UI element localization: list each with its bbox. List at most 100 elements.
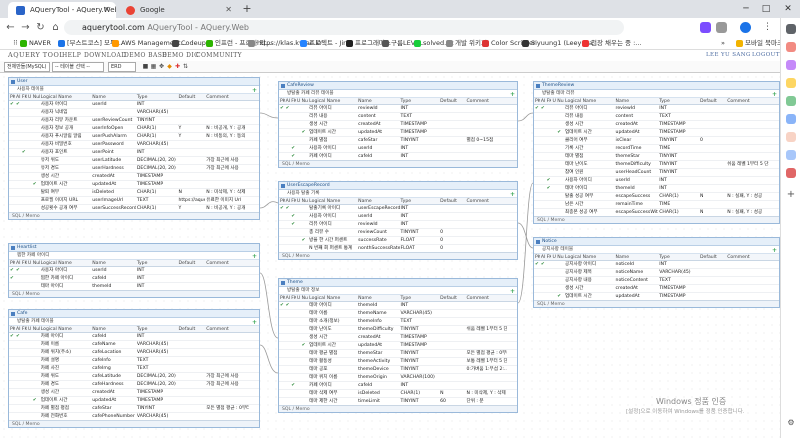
- table-row[interactable]: 카페 별점 cafeStar TINYINT 별점 0~15점: [279, 137, 517, 145]
- add-column-icon[interactable]: +: [252, 319, 257, 326]
- cell-null[interactable]: [556, 201, 564, 208]
- cell-null[interactable]: [301, 366, 309, 373]
- reload-icon[interactable]: ↻: [34, 21, 47, 34]
- table-row[interactable]: ✔ ✔ 리뷰 아이디 reviewId INT: [534, 105, 779, 113]
- table-row[interactable]: 리뷰 내용 content TEXT: [534, 113, 779, 121]
- bookmark-13[interactable]: 천장 채우는 중 :...: [582, 37, 641, 50]
- table-row[interactable]: ✔ 업데이트 시간 updatedAt TIMESTAMP: [9, 181, 259, 189]
- table-row[interactable]: 생성 시간 createdAt TIMESTAMP: [279, 334, 517, 342]
- cell-null[interactable]: [32, 149, 40, 156]
- table-row[interactable]: 테마 난이도 themeDifficulty TINYINT 쉬움 레벨 1부터 5 …: [534, 161, 779, 169]
- table-row[interactable]: ✔ ✔ 리뷰 아이디 reviewId INT: [279, 105, 517, 113]
- table-themereview[interactable]: ThemeReview방탈출 테마 리뷰+PKAIFKUNullLogical …: [533, 81, 780, 224]
- table-row[interactable]: ✔ 카페 아이디 cafeId INT: [279, 382, 517, 390]
- cell-null[interactable]: [556, 137, 564, 144]
- close-window-button[interactable]: ✕: [778, 0, 798, 18]
- database-select[interactable]: 전체만들(MySQL): [4, 62, 50, 72]
- table-title[interactable]: Notice: [534, 238, 779, 246]
- table-row[interactable]: ✔ ✔ 공지사항 아이디 noticeId INT: [534, 261, 779, 269]
- cell-null[interactable]: [301, 105, 309, 112]
- new-tab-button[interactable]: +: [240, 2, 254, 16]
- cell-null[interactable]: [32, 101, 40, 108]
- table-row[interactable]: 유저 위도 userLatitude DECIMAL(20, 20) 가장 최근에 사…: [9, 157, 259, 165]
- table-title[interactable]: Cafe: [9, 310, 259, 318]
- cell-null[interactable]: [556, 153, 564, 160]
- home-icon[interactable]: ⌂: [49, 21, 62, 34]
- cell-null[interactable]: [556, 161, 564, 168]
- cell-null[interactable]: [32, 349, 40, 356]
- table-row[interactable]: 사용자 닉네임 VARCHAR(45): [9, 109, 259, 117]
- table-userescape[interactable]: UserEscapeRecord사용자 탈출 기록+PKAIFKUNullLog…: [278, 181, 518, 260]
- table-row[interactable]: 테마 활동성 themeActivity TINYINT 보통 레벨 1부터 5 단계: [279, 358, 517, 366]
- menu-help[interactable]: HELP: [62, 50, 81, 61]
- menu-community[interactable]: COMMUNITY: [196, 50, 242, 61]
- address-bar[interactable]: aquerytool.com AQueryTool - AQuery.Web: [64, 20, 624, 35]
- cell-null[interactable]: [32, 405, 40, 412]
- table-row[interactable]: 사용자 비밀번호 userPassword VARCHAR(45): [9, 141, 259, 149]
- table-row[interactable]: ✔ 찜한 카페 아이디 cafeId INT: [9, 275, 259, 283]
- add-column-icon[interactable]: +: [252, 87, 257, 94]
- mobile-bookmarks[interactable]: 모바일 북마크: [736, 37, 783, 50]
- cell-null[interactable]: [301, 358, 309, 365]
- table-row[interactable]: 사용자 푸시알림 알림 userPushAlarm CHAR(1) Y N : 비동의,…: [9, 133, 259, 141]
- cell-null[interactable]: [32, 165, 40, 172]
- table-row[interactable]: ✔ ✔ 테마 아이디 themeId INT: [279, 302, 517, 310]
- add-column-icon[interactable]: +: [510, 91, 515, 98]
- forward-icon[interactable]: →: [19, 21, 32, 34]
- cell-null[interactable]: [301, 153, 309, 160]
- table-notice[interactable]: Notice공지사항 테이블+PKAIFKUNullLogical NameNa…: [533, 237, 780, 308]
- cell-null[interactable]: [556, 261, 564, 268]
- table-row[interactable]: ✔ ✔ 사용자 아이디 userId INT: [9, 267, 259, 275]
- table-row[interactable]: ✔ 업데이트 시간 updatedAt TIMESTAMP: [9, 397, 259, 405]
- move-icon[interactable]: ✥: [158, 63, 165, 70]
- save-icon[interactable]: ■: [142, 63, 149, 70]
- cell-null[interactable]: [556, 113, 564, 120]
- cell-null[interactable]: [556, 269, 564, 276]
- cell-null[interactable]: [556, 277, 564, 284]
- table-row[interactable]: 유저 경도 userHardness DECIMAL(20, 20) 가장 최근에 사…: [9, 165, 259, 173]
- table-row[interactable]: 테마 평균 별점 themeStar TINYINT 모든 별점 평균 : 0부터: [279, 350, 517, 358]
- cell-null[interactable]: [32, 341, 40, 348]
- cell-null[interactable]: [32, 381, 40, 388]
- sql-memo-tab[interactable]: SQL / Memo: [279, 252, 517, 259]
- cell-null[interactable]: ✔: [32, 181, 40, 188]
- cell-null[interactable]: [301, 398, 309, 405]
- table-row[interactable]: 클리어 여부 isClear TINYINT 0: [534, 137, 779, 145]
- table-row[interactable]: 카페 설명 cafeInfo TEXT: [9, 357, 259, 365]
- table-theme[interactable]: Theme방탈출 테마 정보+PKAIFKUNullLogical NameNa…: [278, 278, 518, 413]
- bookmarks-more[interactable]: »: [712, 37, 725, 50]
- menu-download[interactable]: DOWNLOAD: [84, 50, 126, 61]
- table-row[interactable]: 참여 인원 userHeadCount TINYINT: [534, 169, 779, 177]
- tools-icon[interactable]: [786, 96, 796, 106]
- cell-null[interactable]: [301, 113, 309, 120]
- table-row[interactable]: 테마 공포 themeDevice TINYINT 0:가벼움 1:무섭 2:..: [279, 366, 517, 374]
- user-name[interactable]: LEE YU SANG: [706, 50, 751, 61]
- table-title[interactable]: Heartlist: [9, 244, 259, 252]
- cell-null[interactable]: ✔: [301, 237, 309, 244]
- panel-settings-icon[interactable]: ⚙: [786, 418, 796, 428]
- sort-icon[interactable]: ⇅: [182, 63, 189, 70]
- cell-null[interactable]: [301, 205, 309, 212]
- table-title[interactable]: Theme: [279, 279, 517, 287]
- cell-null[interactable]: [32, 141, 40, 148]
- cell-null[interactable]: [556, 169, 564, 176]
- cell-null[interactable]: [556, 145, 564, 152]
- table-row[interactable]: 생성 시간 createdAt TIMESTAMP: [9, 173, 259, 181]
- cell-null[interactable]: [32, 117, 40, 124]
- sql-memo-tab[interactable]: SQL / Memo: [9, 212, 259, 219]
- logout-link[interactable]: LOGOUT: [752, 50, 780, 61]
- table-row[interactable]: ✔✔탈출기록 아이디userEscapeRecordIdINT: [279, 205, 517, 213]
- table-row[interactable]: ✔ 업데이트 시간 updatedAt TIMESTAMP: [534, 129, 779, 137]
- outlook-icon[interactable]: [786, 132, 796, 142]
- table-select[interactable]: -- 테이블 선택 --: [52, 62, 104, 72]
- table-user[interactable]: User사용자 테이블+PKAIFKUNullLogical NameNameT…: [8, 77, 260, 220]
- cell-null[interactable]: [32, 365, 40, 372]
- bookmark-0[interactable]: NAVER: [20, 37, 51, 50]
- cell-null[interactable]: [556, 209, 564, 216]
- table-title[interactable]: CafeReview: [279, 82, 517, 90]
- table-row[interactable]: 카페 위도 cafeLatitude DECIMAL(20, 20) 가장 최근에 사…: [9, 373, 259, 381]
- erd-canvas[interactable]: User사용자 테이블+PKAIFKUNullLogical NameNameT…: [0, 73, 780, 438]
- table-row[interactable]: 총 리뷰 수 reviewCount TINYINT 0: [279, 229, 517, 237]
- table-row[interactable]: 카페 이름 cafeName VARCHAR(45): [9, 341, 259, 349]
- sql-memo-tab[interactable]: SQL / Memo: [534, 216, 779, 223]
